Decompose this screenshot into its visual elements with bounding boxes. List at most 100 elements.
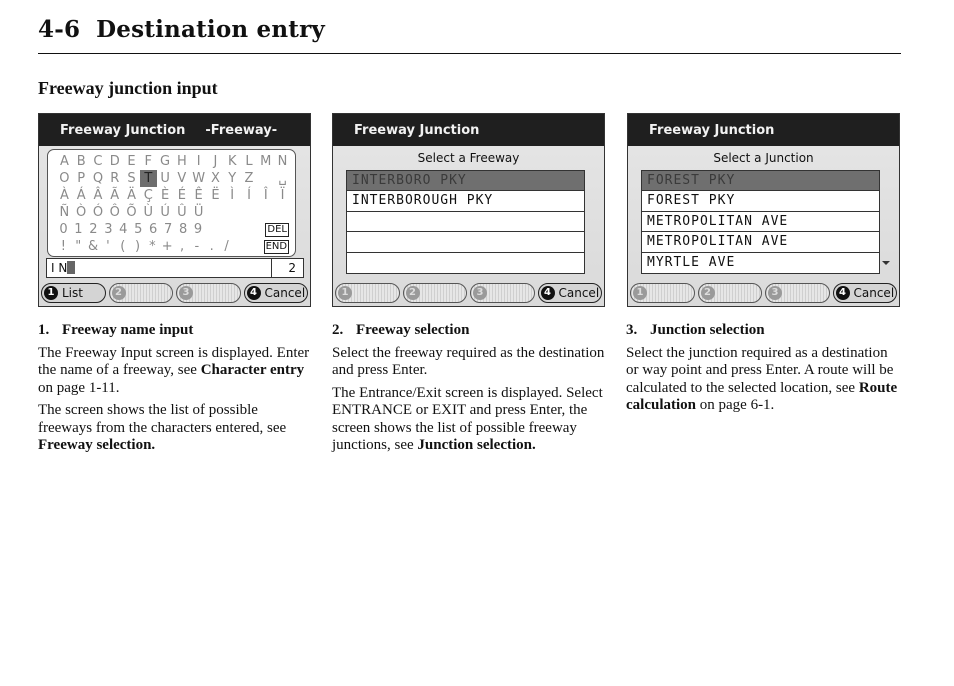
softkey-1-button[interactable]: 1 (335, 283, 400, 303)
key[interactable]: R (106, 170, 123, 187)
freeway-name-input[interactable]: I N (46, 258, 272, 278)
key[interactable]: Ñ (56, 204, 73, 221)
key[interactable]: É (173, 187, 190, 204)
key[interactable]: U (157, 170, 174, 187)
key[interactable]: T (139, 170, 157, 187)
key[interactable]: - (189, 238, 204, 255)
key[interactable]: Â (90, 187, 107, 204)
key[interactable]: , (175, 238, 190, 255)
cancel-button[interactable]: 4 Cancel (537, 283, 602, 303)
list-item[interactable]: INTERBORO PKY (347, 171, 584, 192)
softkey-2-button[interactable]: 2 (697, 283, 762, 303)
key[interactable]: Î (257, 187, 274, 204)
softkey-2-button[interactable]: 2 (402, 283, 467, 303)
key[interactable]: Ò (73, 204, 90, 221)
key[interactable]: I (190, 153, 207, 170)
key[interactable]: Ì (224, 187, 241, 204)
key[interactable]: Ã (106, 187, 123, 204)
key[interactable]: Ï (274, 187, 291, 204)
key[interactable]: F (140, 153, 157, 170)
list-item[interactable]: METROPOLITAN AVE (642, 232, 879, 253)
softkey-1-button[interactable]: 1 (630, 283, 695, 303)
key[interactable]: & (86, 238, 101, 255)
key[interactable]: ' (100, 238, 115, 255)
key[interactable]: * (145, 238, 160, 255)
cancel-button[interactable]: 4 Cancel (832, 283, 897, 303)
key[interactable]: Z (241, 170, 258, 187)
list-item[interactable]: MYRTLE AVE (642, 253, 879, 273)
list-item[interactable] (347, 232, 584, 253)
key[interactable]: 3 (101, 221, 116, 238)
key[interactable]: E (123, 153, 140, 170)
key[interactable]: ( (115, 238, 130, 255)
key[interactable]: Û (173, 204, 190, 221)
key[interactable]: O (56, 170, 73, 187)
key[interactable]: D (106, 153, 123, 170)
key[interactable]: Í (241, 187, 258, 204)
key[interactable]: + (160, 238, 175, 255)
key[interactable]: W (190, 170, 207, 187)
cross-reference: Freeway selection. (38, 437, 156, 453)
list-item[interactable] (347, 253, 584, 273)
list-button[interactable]: 1 List (41, 283, 106, 303)
text-run: The screen shows the list of possible fr… (38, 402, 287, 436)
key[interactable]: Ç (140, 187, 157, 204)
key[interactable]: Ó (90, 204, 107, 221)
key[interactable]: È (157, 187, 174, 204)
key[interactable]: Ä (123, 187, 140, 204)
list-item[interactable] (347, 212, 584, 233)
key[interactable]: . (204, 238, 219, 255)
key[interactable]: À (56, 187, 73, 204)
key[interactable]: Á (73, 187, 90, 204)
key[interactable]: G (157, 153, 174, 170)
cancel-button[interactable]: 4 Cancel (243, 283, 308, 303)
key[interactable]: S (123, 170, 140, 187)
key[interactable]: " (71, 238, 86, 255)
key[interactable]: Ú (157, 204, 174, 221)
softkey-3-button[interactable]: 3 (176, 283, 241, 303)
key[interactable]: 7 (161, 221, 176, 238)
key[interactable]: X (207, 170, 224, 187)
scroll-down-icon[interactable] (882, 261, 890, 265)
key[interactable]: Ù (140, 204, 157, 221)
list-item[interactable]: FOREST PKY (642, 191, 879, 212)
key[interactable]: / (219, 238, 234, 255)
key[interactable]: Y (224, 170, 241, 187)
key[interactable]: 0 (56, 221, 71, 238)
key[interactable]: Õ (123, 204, 140, 221)
key[interactable]: 1 (71, 221, 86, 238)
softkey-3-button[interactable]: 3 (765, 283, 830, 303)
key[interactable]: ! (56, 238, 71, 255)
key[interactable]: Q (90, 170, 107, 187)
key[interactable]: V (173, 170, 190, 187)
list-item[interactable]: FOREST PKY (642, 171, 879, 192)
key[interactable]: P (73, 170, 90, 187)
key[interactable]: K (224, 153, 241, 170)
key[interactable]: H (173, 153, 190, 170)
softkey-2-button[interactable]: 2 (108, 283, 173, 303)
key[interactable]: 6 (146, 221, 161, 238)
key[interactable]: 5 (131, 221, 146, 238)
key[interactable]: J (207, 153, 224, 170)
key[interactable]: B (73, 153, 90, 170)
key[interactable]: 9 (191, 221, 206, 238)
key[interactable]: ␣ (274, 170, 291, 187)
key[interactable]: Ô (106, 204, 123, 221)
key[interactable]: Ü (190, 204, 207, 221)
key[interactable]: N (274, 153, 291, 170)
key[interactable]: L (241, 153, 258, 170)
key[interactable]: A (56, 153, 73, 170)
delete-key[interactable]: DEL (265, 222, 289, 237)
key[interactable]: 4 (116, 221, 131, 238)
list-item[interactable]: INTERBOROUGH PKY (347, 191, 584, 212)
key[interactable]: Ë (207, 187, 224, 204)
key[interactable]: M (257, 153, 274, 170)
key[interactable]: 2 (86, 221, 101, 238)
key[interactable]: ) (130, 238, 145, 255)
end-key[interactable]: END (263, 239, 290, 254)
key[interactable]: 8 (176, 221, 191, 238)
softkey-3-button[interactable]: 3 (470, 283, 535, 303)
key[interactable]: Ê (190, 187, 207, 204)
key[interactable]: C (90, 153, 107, 170)
list-item[interactable]: METROPOLITAN AVE (642, 212, 879, 233)
